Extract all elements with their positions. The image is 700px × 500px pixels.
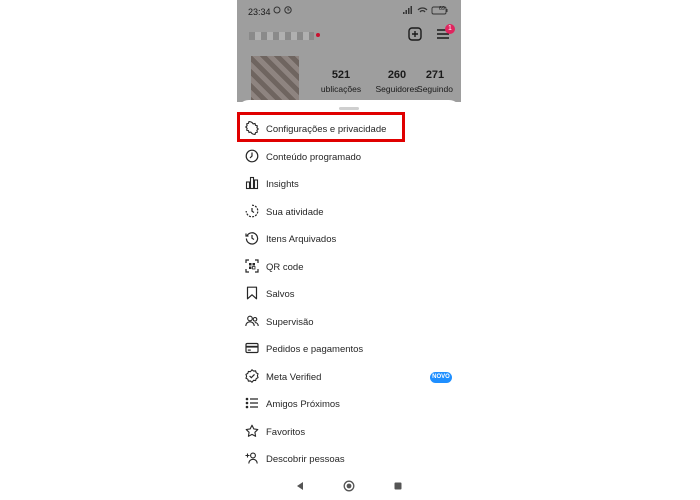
menu-item-label: Supervisão — [266, 316, 314, 328]
menu-item-label: Pedidos e pagamentos — [266, 344, 364, 355]
stat-posts-label: ublicações — [320, 84, 362, 94]
qr-code-icon — [245, 258, 259, 273]
stat-posts[interactable]: 521 ublicações — [313, 69, 369, 94]
status-system-icons: 69 — [403, 6, 449, 17]
menu-item-label: Sua atividade — [266, 206, 324, 218]
stat-following[interactable]: 271 Seguindo — [411, 69, 459, 94]
menu-item-saved[interactable]: Salvos — [237, 281, 461, 307]
menu-item-qr-code[interactable]: QR code — [237, 254, 461, 280]
menu-item-label: Favoritos — [266, 426, 306, 438]
menu-item-archived[interactable]: Itens Arquivados — [237, 226, 461, 252]
star-icon — [245, 424, 259, 437]
options-bottom-sheet: Configurações e privacidade Conteúdo pro… — [237, 100, 461, 500]
menu-item-orders-payments[interactable]: Pedidos e pagamentos — [237, 336, 461, 362]
menu-item-insights[interactable]: Insights — [237, 171, 461, 197]
stat-following-value: 271 — [425, 69, 445, 81]
menu-item-label: QR code — [266, 261, 304, 273]
menu-item-label: Salvos — [266, 289, 295, 300]
avatar[interactable] — [251, 56, 299, 104]
status-notification-icons — [273, 5, 295, 17]
battery-level: 69 — [438, 6, 445, 12]
recents-icon[interactable] — [393, 481, 403, 491]
status-time: 23:34 — [248, 7, 271, 17]
menu-notification-badge: 1 — [445, 24, 455, 34]
home-icon[interactable] — [343, 480, 355, 492]
menu-item-label: Amigos Próximos — [266, 399, 340, 410]
menu-item-label: Itens Arquivados — [266, 234, 337, 245]
menu-item-label: Configurações e privacidade — [266, 124, 387, 135]
bar-chart-icon — [245, 176, 259, 190]
stat-posts-value: 521 — [331, 69, 351, 81]
sheet-drag-handle[interactable] — [339, 107, 359, 110]
add-person-icon — [245, 452, 258, 464]
archive-history-icon — [245, 232, 259, 245]
notification-dot — [316, 33, 320, 37]
clock-icon — [245, 149, 259, 162]
menu-item-label: Descobrir pessoas — [266, 454, 345, 465]
menu-item-label: Insights — [266, 179, 299, 190]
activity-icon — [245, 204, 259, 217]
menu-item-close-friends[interactable]: Amigos Próximos — [237, 391, 461, 417]
verified-badge-icon — [245, 368, 259, 383]
menu-item-label: Conteúdo programado — [266, 151, 362, 163]
menu-item-settings-privacy[interactable]: Configurações e privacidade — [237, 116, 461, 142]
create-post-icon[interactable] — [408, 27, 422, 41]
new-badge: NOVO — [430, 371, 452, 383]
menu-item-discover-people[interactable]: Descobrir pessoas — [237, 446, 461, 472]
status-bar: 23:34 69 — [237, 0, 461, 22]
menu-item-label: Meta Verified — [266, 371, 322, 383]
supervision-icon — [245, 315, 259, 326]
credit-card-icon — [245, 342, 259, 354]
back-icon[interactable] — [295, 481, 305, 491]
menu-item-scheduled-content[interactable]: Conteúdo programado — [237, 144, 461, 170]
menu-item-your-activity[interactable]: Sua atividade — [237, 199, 461, 225]
android-navigation-bar — [237, 474, 461, 500]
username-blurred[interactable] — [249, 32, 314, 40]
menu-item-supervision[interactable]: Supervisão — [237, 309, 461, 335]
list-icon — [245, 397, 258, 409]
menu-item-favorites[interactable]: Favoritos — [237, 419, 461, 445]
gear-icon — [245, 121, 259, 135]
stat-following-label: Seguindo — [417, 84, 453, 94]
status-notification-icon — [273, 6, 292, 14]
phone-screen: 23:34 69 1 521 ublicações 260 Seguidores… — [237, 0, 461, 500]
bookmark-icon — [246, 286, 258, 300]
menu-item-meta-verified[interactable]: Meta Verified NOVO — [237, 364, 461, 390]
